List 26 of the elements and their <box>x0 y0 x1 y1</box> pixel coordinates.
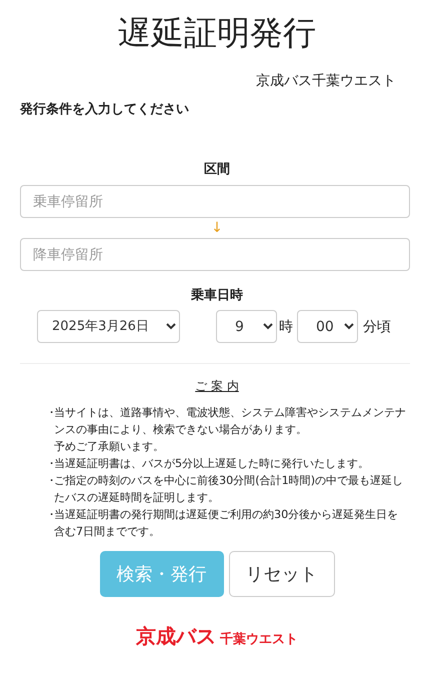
bullet: ・ <box>46 473 54 489</box>
datetime-label: 乗車日時 <box>190 287 244 305</box>
page-title: 遅延証明発行 <box>117 12 317 54</box>
reset-button[interactable]: リセット <box>228 551 334 597</box>
instruction-text: 発行条件を入力してください <box>20 101 190 119</box>
logo-main-text: 京成バス <box>136 623 216 650</box>
alighting-stop-field[interactable]: 降車停留所 <box>20 238 410 271</box>
bullet: ・ <box>46 405 54 421</box>
notice-text: ご指定の時刻のバスを中心に前後30分間(合計1時間)の中で最も遅延したバスの遅延時間を証明します。 <box>54 473 404 506</box>
down-arrow: ↓ <box>211 220 223 236</box>
bullet: ・ <box>46 507 54 523</box>
date-select[interactable]: 2025年3月26日 <box>37 310 180 343</box>
hour-select[interactable]: 9 <box>216 310 277 343</box>
minute-select[interactable]: 00 <box>297 310 358 343</box>
minute-unit: 分頃 <box>363 318 391 336</box>
section-label: 区間 <box>203 161 231 179</box>
notice-text: 当遅延証明書の発行期間は遅延便ご利用の約30分後から遅延発生日を含む7日間までです。 <box>54 507 400 540</box>
company-name: 京成バス千葉ウエスト <box>256 72 397 90</box>
hour-unit: 時 <box>279 318 293 336</box>
notice-text: 当遅延証明書は、バスが5分以上遅延した時に発行いたします。 <box>54 456 370 472</box>
boarding-stop-field[interactable]: 乗車停留所 <box>20 185 410 218</box>
notice-text: 予めご了承願います。 <box>54 439 164 455</box>
notice-heading: ご 案 内 <box>195 379 239 393</box>
bullet: ・ <box>46 456 54 472</box>
logo-sub-text: 千葉ウエスト <box>220 630 298 648</box>
notice-text: 当サイトは、道路事情や、電波状態、システム障害やシステムメンテナンスの事由により、検索できない場合があります。 <box>54 405 407 438</box>
